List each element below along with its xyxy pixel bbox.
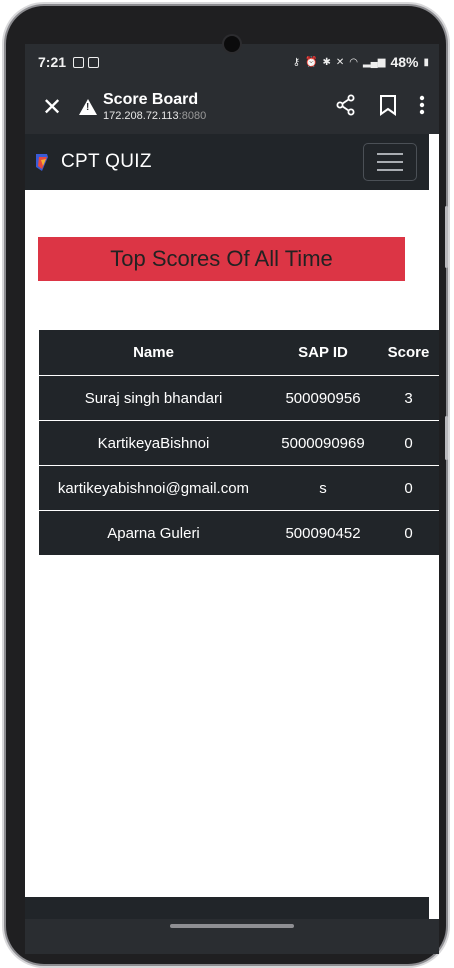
cell-sap-id: 5000090969	[268, 420, 378, 466]
header-score: Score	[387, 344, 430, 361]
hamburger-icon[interactable]	[363, 143, 417, 181]
system-icons: ⚷ ⏰ ✱ ✕ ◠ ▂▄▆ 48% ▮	[293, 54, 429, 70]
cell-score: 0	[378, 510, 439, 555]
site-footer	[25, 897, 429, 919]
notification-icons	[73, 56, 100, 68]
scores-table: Name SAP ID Score Suraj singh bhandari 5…	[39, 330, 439, 555]
page-heading: Top Scores Of All Time	[110, 246, 333, 271]
url-host: 172.208.72.113	[103, 110, 179, 122]
heading-banner: Top Scores Of All Time	[38, 237, 405, 281]
table-header-row: Name SAP ID Score	[39, 330, 439, 376]
table-row: kartikeyabishnoi@gmail.com s 0	[39, 465, 439, 511]
cell-score: 0	[378, 420, 439, 466]
gesture-nav-bar[interactable]	[25, 919, 439, 954]
gallery-icon	[73, 56, 85, 68]
warning-icon[interactable]	[79, 99, 97, 115]
url-port: :8080	[178, 110, 207, 122]
table-row: Suraj singh bhandari 500090956 3	[39, 375, 439, 421]
more-vertical-icon[interactable]	[419, 95, 425, 120]
cell-sap-id: s	[268, 465, 378, 511]
volume-button	[445, 206, 448, 268]
home-handle[interactable]	[170, 924, 294, 928]
page-title: Score Board	[103, 91, 199, 108]
header-sap-id: SAP ID	[298, 344, 348, 361]
share-icon[interactable]	[335, 94, 357, 121]
toolbar-actions	[335, 94, 425, 121]
power-button	[445, 416, 448, 460]
cell-sap-id: 500090452	[268, 510, 378, 555]
url-display[interactable]: Score Board 172.208.72.113:8080	[103, 91, 206, 123]
cell-name: kartikeyabishnoi@gmail.com	[39, 465, 268, 511]
brand-name[interactable]: CPT QUIZ	[61, 151, 152, 173]
status-time: 7:21	[38, 54, 67, 70]
browser-toolbar: ✕ Score Board 172.208.72.113:8080	[25, 80, 439, 134]
bookmark-icon[interactable]	[379, 94, 397, 121]
alarm-icon: ⏰	[305, 56, 318, 68]
wifi-icon: ◠	[349, 56, 358, 68]
table-row: Aparna Guleri 500090452 0	[39, 510, 439, 555]
cell-name: Aparna Guleri	[39, 510, 268, 555]
front-camera	[224, 36, 240, 52]
cell-score: 0	[378, 465, 439, 511]
url-address: 172.208.72.113:8080	[103, 109, 206, 123]
phone-frame: 7:21 ⚷ ⏰ ✱ ✕ ◠ ▂▄▆ 48% ▮ ✕ Score Board 1…	[6, 6, 448, 964]
cell-name: KartikeyaBishnoi	[39, 420, 268, 466]
battery-icon: ▮	[423, 56, 429, 68]
brand-logo-icon[interactable]	[33, 151, 51, 173]
bluetooth-icon: ✱	[322, 56, 331, 68]
cell-score: 3	[378, 375, 439, 421]
site-navbar: CPT QUIZ	[25, 134, 429, 190]
mute-icon: ✕	[335, 56, 345, 68]
close-icon[interactable]: ✕	[37, 93, 67, 122]
cell-sap-id: 500090956	[268, 375, 378, 421]
header-name: Name	[133, 344, 174, 361]
signal-icon: ▂▄▆	[362, 56, 386, 68]
battery-percent: 48%	[390, 54, 419, 70]
clipboard-icon	[88, 56, 100, 68]
screen: 7:21 ⚷ ⏰ ✱ ✕ ◠ ▂▄▆ 48% ▮ ✕ Score Board 1…	[25, 44, 439, 954]
cell-name: Suraj singh bhandari	[39, 375, 268, 421]
key-icon: ⚷	[292, 56, 301, 68]
table-row: KartikeyaBishnoi 5000090969 0	[39, 420, 439, 466]
